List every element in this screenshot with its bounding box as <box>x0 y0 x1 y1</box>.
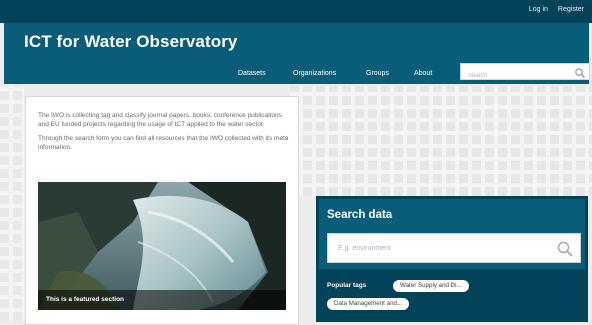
popular-tags-label: Popular tags <box>327 282 367 289</box>
intro-paragraph: The IWO is collecting tag and classify j… <box>38 112 282 129</box>
background-pattern <box>290 86 592 196</box>
featured-caption-bar: This is a featured section <box>38 290 286 310</box>
featured-image[interactable]: This is a featured section <box>38 182 286 310</box>
nav-about[interactable]: About <box>414 70 432 77</box>
featured-caption: This is a featured section <box>46 296 125 303</box>
tag-water-supply[interactable]: Water Supply and Di... <box>393 280 469 292</box>
popular-tags-strip: Popular tags Water Supply and Di... Data… <box>319 269 585 319</box>
search-data-title: Search data <box>327 209 393 221</box>
intro-text: The IWO is collecting tag and classify j… <box>38 111 290 156</box>
login-link[interactable]: Log in <box>529 6 548 13</box>
search-data-panel: Search data Popular tags Water Supply an… <box>316 196 588 322</box>
intro-paragraph: Through the search form you can find all… <box>38 134 289 151</box>
nav-groups[interactable]: Groups <box>366 70 389 77</box>
header-search-input[interactable] <box>461 68 569 84</box>
account-links: Log in Register <box>529 6 584 13</box>
masthead: ICT for Water Observatory Datasets Organ… <box>4 23 590 84</box>
register-link[interactable]: Register <box>558 6 584 13</box>
site-title[interactable]: ICT for Water Observatory <box>24 32 237 52</box>
search-icon[interactable] <box>556 240 574 258</box>
search-data-input[interactable] <box>328 234 548 262</box>
background-pattern-left <box>0 86 24 321</box>
nav-datasets[interactable]: Datasets <box>238 70 266 77</box>
nav-organizations[interactable]: Organizations <box>293 70 336 77</box>
search-data-box <box>327 233 581 263</box>
tag-data-management[interactable]: Data Management and... <box>327 298 410 310</box>
header-search-box <box>460 63 590 84</box>
search-icon[interactable] <box>574 66 586 78</box>
intro-card: The IWO is collecting tag and classify j… <box>25 96 299 325</box>
top-account-bar: Log in Register <box>0 0 592 23</box>
